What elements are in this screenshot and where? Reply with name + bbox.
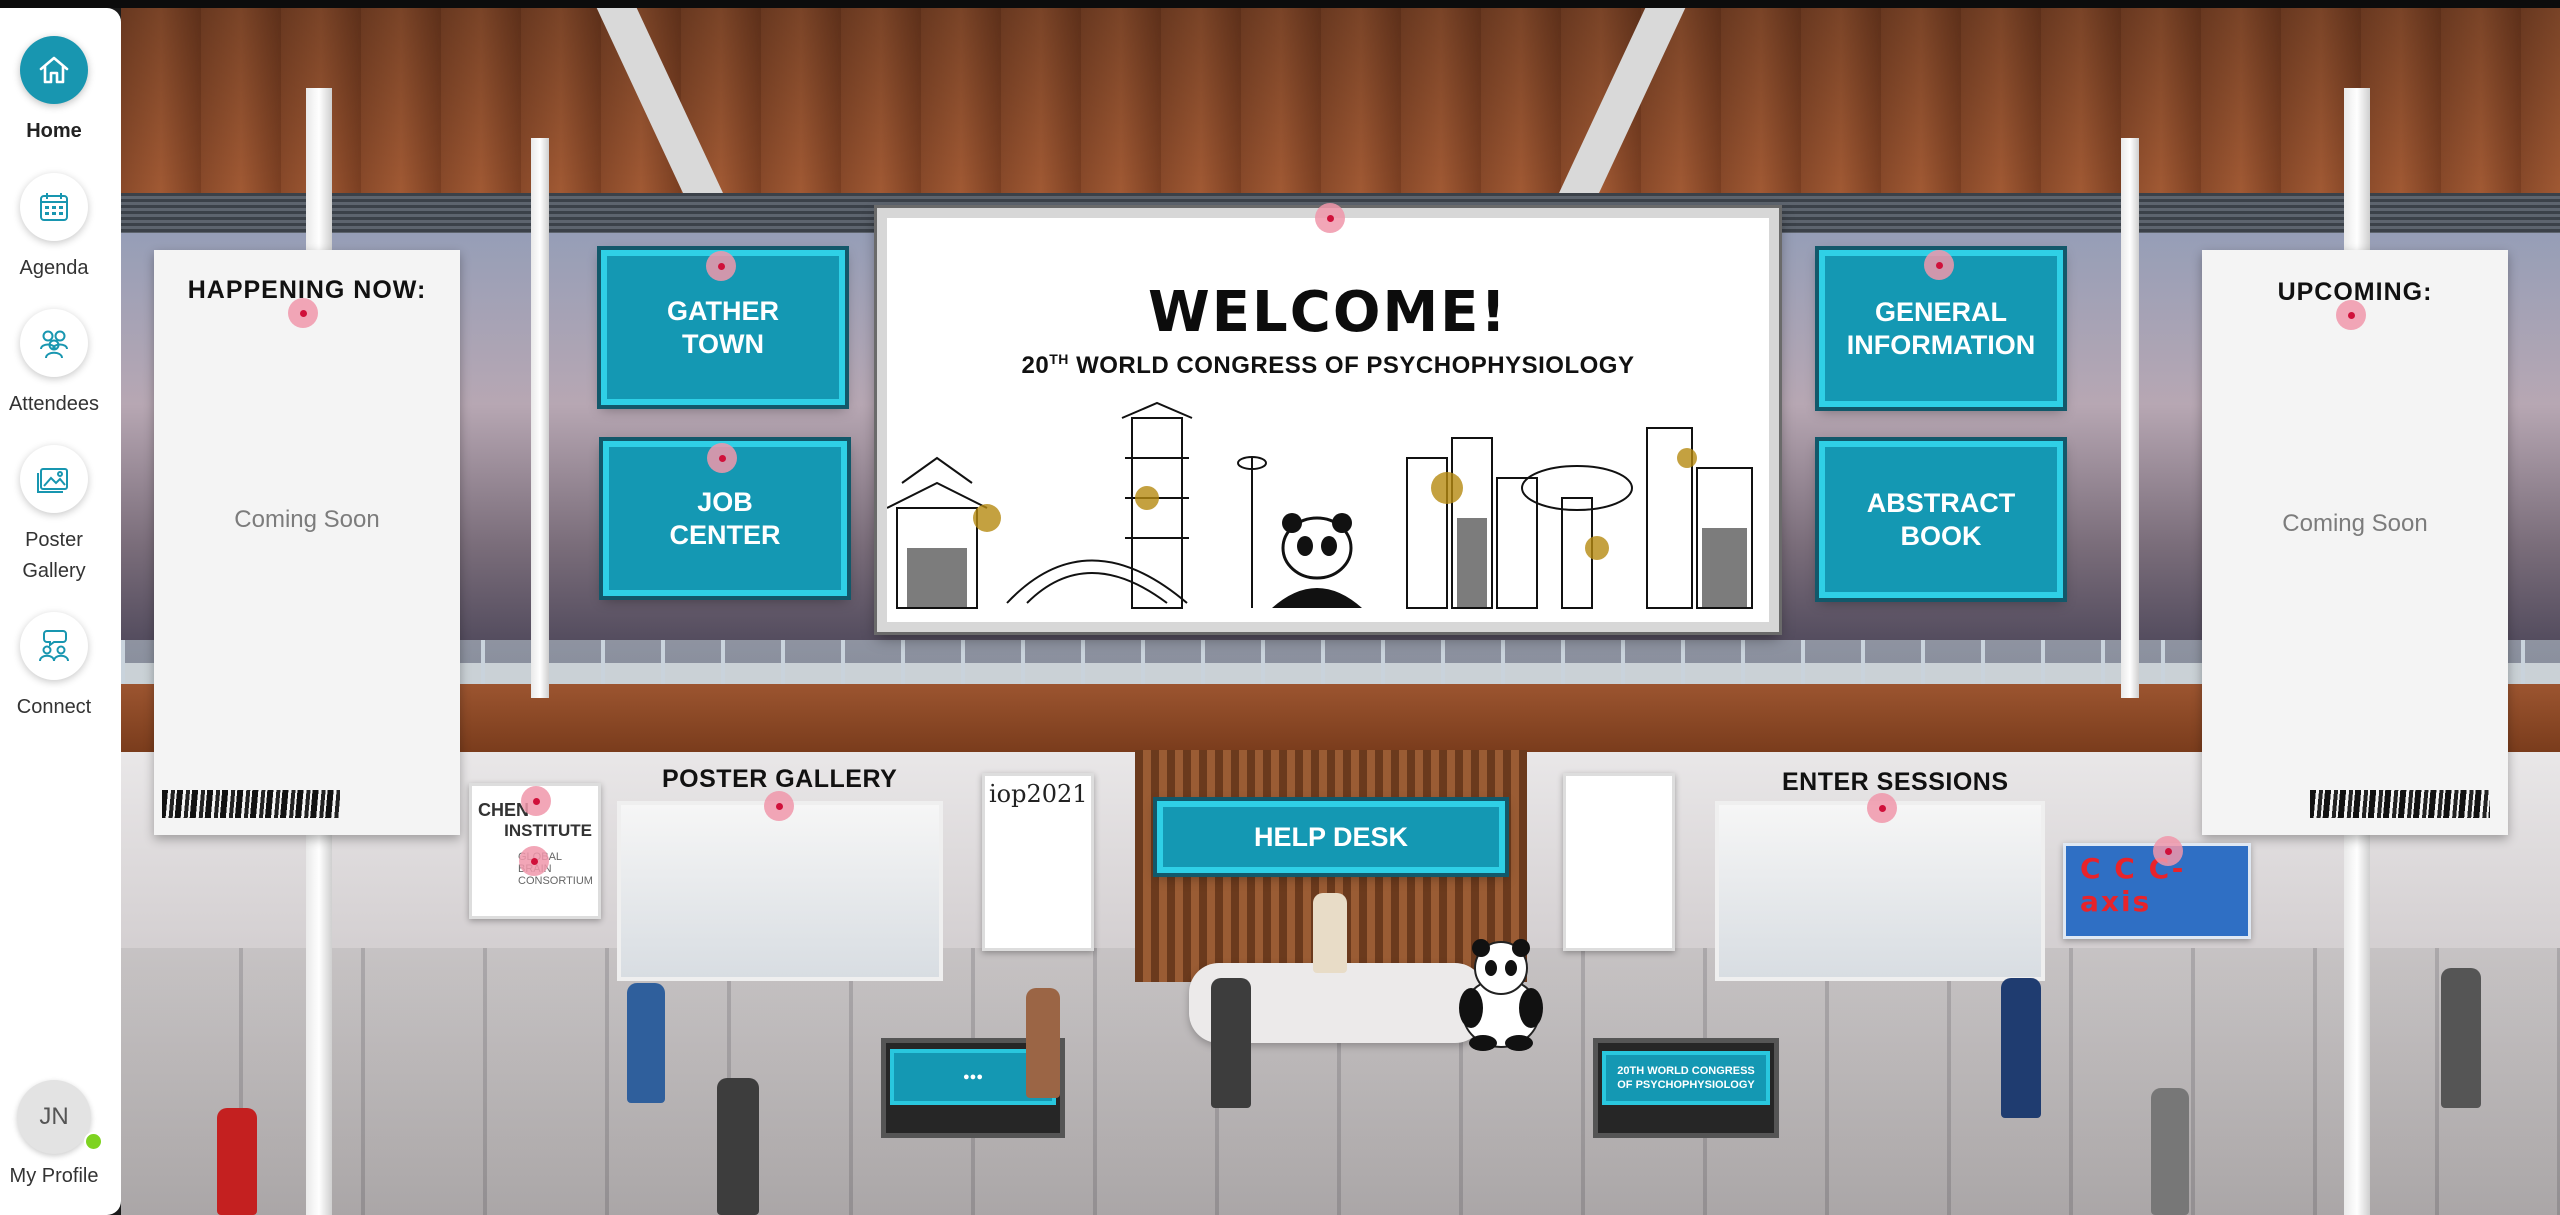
help-desk-attendant xyxy=(1313,893,1347,973)
abstract-book-line2: BOOK xyxy=(1900,520,1982,551)
sidebar-item-label: Attendees xyxy=(8,393,100,415)
avatar-initials: JN xyxy=(39,1103,69,1130)
iop-poster-text: iop2021 xyxy=(989,780,1088,808)
pillar xyxy=(2121,138,2139,698)
help-desk-sign[interactable]: HELP DESK xyxy=(1157,801,1505,873)
home-icon xyxy=(20,36,88,104)
sidebar-item-attendees[interactable]: Attendees xyxy=(0,309,108,420)
avatar[interactable]: JN xyxy=(17,1080,91,1154)
attendee-avatar xyxy=(217,1108,257,1215)
people-icon xyxy=(20,309,88,377)
ccc-axis-hotspot[interactable] xyxy=(2153,836,2183,866)
happening-now-hotspot[interactable] xyxy=(288,298,318,328)
skyline-poster[interactable] xyxy=(1563,773,1675,951)
happening-now-banner[interactable]: HAPPENING NOW: Coming Soon xyxy=(154,250,460,835)
help-desk-label: HELP DESK xyxy=(1253,821,1409,852)
kiosk-right-line1: 20TH WORLD CONGRESS xyxy=(1617,1065,1755,1077)
upcoming-hotspot[interactable] xyxy=(2336,300,2366,330)
calendar-icon xyxy=(20,173,88,241)
panda-mascot xyxy=(1459,939,1543,1051)
wood-balcony-band xyxy=(121,684,2560,752)
sidebar-item-label: Connect xyxy=(16,696,92,718)
welcome-main-screen[interactable]: WELCOME! 20TH WORLD CONGRESS OF PSYCHOPH… xyxy=(877,208,1779,632)
general-information-hotspot[interactable] xyxy=(1924,250,1954,280)
job-center-hotspot[interactable] xyxy=(707,443,737,473)
happening-now-body: Coming Soon xyxy=(234,506,380,533)
general-information-line1: GENERAL xyxy=(1874,296,2007,327)
upcoming-banner[interactable]: UPCOMING: Coming Soon xyxy=(2202,250,2508,835)
gather-town-line1: GATHER xyxy=(667,295,779,326)
upcoming-body: Coming Soon xyxy=(2282,510,2428,537)
job-center-line1: JOB xyxy=(697,486,753,517)
poster-gallery-hotspot[interactable] xyxy=(764,791,794,821)
attendee-avatar xyxy=(1211,978,1251,1108)
panda-illustration xyxy=(1272,513,1362,608)
sidebar-item-poster-gallery[interactable]: Poster Gallery xyxy=(0,445,108,587)
congress-name: WORLD CONGRESS OF PSYCHOPHYSIOLOGY xyxy=(1068,352,1635,379)
enter-sessions-hotspot[interactable] xyxy=(1867,793,1897,823)
online-status-dot xyxy=(84,1132,103,1151)
brush-stroke-decoration xyxy=(2310,790,2490,818)
welcome-hotspot[interactable] xyxy=(1315,203,1345,233)
gather-town-line2: TOWN xyxy=(682,328,764,359)
enter-sessions-label: ENTER SESSIONS xyxy=(1782,768,2009,796)
pillar xyxy=(531,138,549,698)
sidebar-item-label: Home xyxy=(26,120,82,142)
iop-poster[interactable]: iop2021 xyxy=(982,773,1094,951)
sidebar-item-home[interactable]: Home xyxy=(0,36,108,147)
chat-people-icon xyxy=(20,612,88,680)
brush-stroke-decoration xyxy=(162,790,340,818)
abstract-book-screen[interactable]: ABSTRACT BOOK xyxy=(1819,441,2063,598)
attendee-avatar xyxy=(2151,1088,2189,1215)
top-strip xyxy=(0,0,2560,8)
congress-subtitle: 20TH WORLD CONGRESS OF PSYCHOPHYSIOLOGY xyxy=(887,351,1769,380)
poster-gallery-label: POSTER GALLERY xyxy=(662,765,898,793)
chen-line2: INSTITUTE xyxy=(504,821,592,840)
attendee-avatar xyxy=(1026,988,1060,1098)
sidebar-item-label: Poster Gallery xyxy=(22,529,86,582)
sidebar-item-connect[interactable]: Connect xyxy=(0,612,108,723)
sidebar: Home Agenda Attendees Poster Gallery Con… xyxy=(0,8,121,1215)
abstract-book-line1: ABSTRACT xyxy=(1866,487,2016,518)
attendee-avatar xyxy=(627,983,665,1103)
poster-gallery-entrance[interactable] xyxy=(617,801,943,981)
my-profile-link[interactable]: My Profile xyxy=(0,1165,108,1188)
kiosk-right-line2: OF PSYCHOPHYSIOLOGY xyxy=(1617,1079,1755,1091)
congress-ordinal-suffix: TH xyxy=(1049,351,1069,367)
kiosk-right-screen: 20TH WORLD CONGRESS OF PSYCHOPHYSIOLOGY xyxy=(1602,1051,1770,1105)
congress-ordinal: 20 xyxy=(1021,352,1050,379)
chen-institute-hotspot[interactable] xyxy=(521,786,551,816)
virtual-lobby: HAPPENING NOW: Coming Soon UPCOMING: Com… xyxy=(121,8,2560,1215)
kiosk-right: 20TH WORLD CONGRESS OF PSYCHOPHYSIOLOGY xyxy=(1593,1038,1779,1138)
attendee-avatar xyxy=(717,1078,759,1215)
sidebar-item-label: Agenda xyxy=(19,257,89,279)
chen-institute-hotspot[interactable] xyxy=(519,846,549,876)
ceiling xyxy=(121,8,2560,198)
general-information-line2: INFORMATION xyxy=(1846,329,2036,360)
gallery-icon xyxy=(20,445,88,513)
chen-line5: CONSORTIUM xyxy=(518,875,593,887)
attendee-avatar xyxy=(2441,968,2481,1108)
enter-sessions-entrance[interactable] xyxy=(1715,801,2045,981)
balcony-railing xyxy=(121,640,2560,684)
chengdu-skyline-illustration xyxy=(887,401,1753,609)
sidebar-item-agenda[interactable]: Agenda xyxy=(0,173,108,284)
welcome-title: WELCOME! xyxy=(1148,280,1508,345)
job-center-line2: CENTER xyxy=(669,519,781,550)
attendee-avatar xyxy=(2001,978,2041,1118)
gather-town-hotspot[interactable] xyxy=(706,251,736,281)
